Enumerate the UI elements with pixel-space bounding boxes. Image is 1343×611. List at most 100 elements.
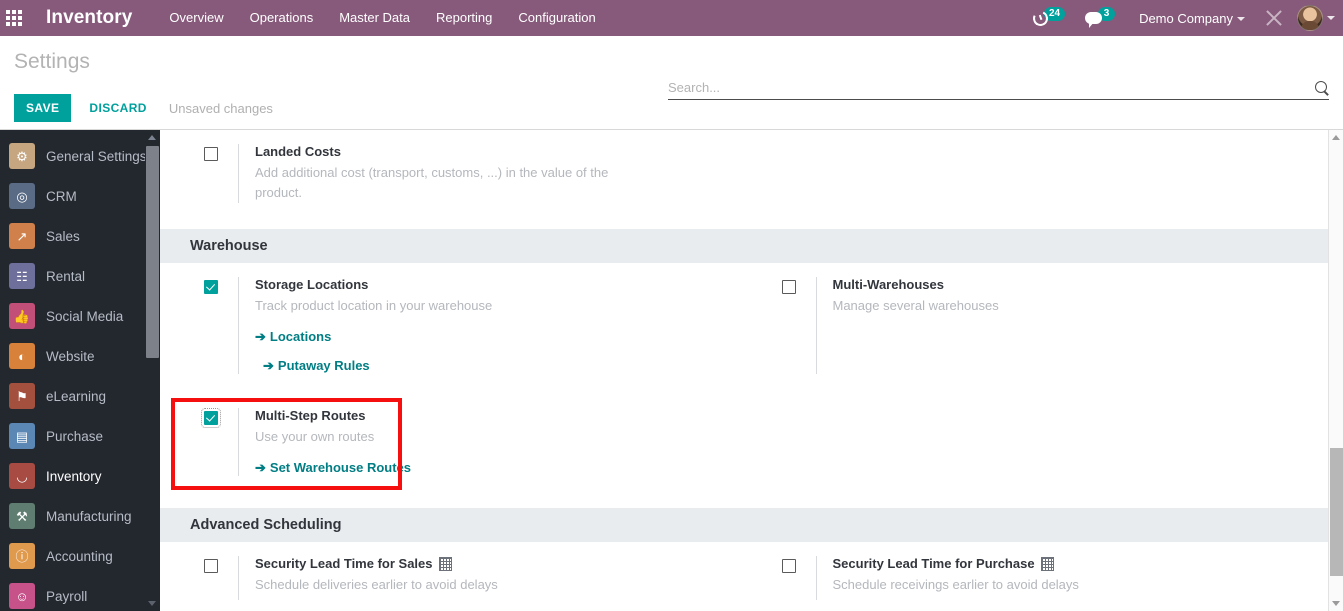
multi-warehouses-checkbox[interactable] [781, 280, 796, 294]
multi-step-routes-title: Multi-Step Routes [255, 408, 366, 423]
setting-multi-warehouses[interactable]: Multi-Warehouses Manage several warehous… [752, 263, 1330, 376]
avatar[interactable] [1297, 5, 1323, 31]
activity-menu[interactable]: 24 [1023, 6, 1075, 28]
app-brand-title[interactable]: Inventory [46, 7, 132, 29]
security-lead-time-purchase-label: Security Lead Time for Purchase [832, 556, 1035, 571]
security-lead-time-sales-title: Security Lead Time for Sales [255, 556, 498, 571]
sidebar-item-payroll[interactable]: ☺ Payroll [0, 576, 160, 611]
sidebar-item-sales[interactable]: ↗ Sales [0, 216, 160, 256]
breadcrumb: Settings [14, 50, 90, 73]
navbar-systray: 24 3 Demo Company [1023, 0, 1343, 36]
link-set-warehouse-routes[interactable]: ➔ Set Warehouse Routes [255, 460, 411, 476]
sidebar-item-label: Website [46, 348, 95, 364]
thumbs-up-icon: 👍 [9, 303, 35, 329]
company-switcher[interactable]: Demo Company [1125, 11, 1251, 26]
sidebar-scroll-thumb[interactable] [146, 146, 159, 358]
search-input[interactable] [668, 80, 1309, 95]
invoice-icon: ⓘ [9, 543, 35, 569]
sidebar-item-label: CRM [46, 188, 77, 204]
apps-grid-icon[interactable] [0, 0, 28, 36]
setting-landed-costs[interactable]: Landed Costs Add additional cost (transp… [174, 130, 752, 205]
sidebar-item-social-media[interactable]: 👍 Social Media [0, 296, 160, 336]
scroll-down-arrow-icon[interactable] [148, 601, 156, 606]
link-locations-label: Locations [269, 329, 332, 344]
chevron-down-icon [1237, 17, 1245, 22]
security-lead-time-sales-checkbox[interactable] [204, 559, 218, 573]
top-navbar: Inventory Overview Operations Master Dat… [0, 0, 1343, 36]
sidebar-item-label: Purchase [46, 428, 104, 444]
link-putaway-rules[interactable]: ➔ Putaway Rules [263, 358, 492, 374]
box-icon: ◡ [9, 463, 35, 489]
sidebar-item-label: Social Media [46, 308, 124, 324]
sidebar-item-label: Accounting [46, 548, 113, 564]
people-icon: ☺ [9, 583, 35, 609]
setting-multi-step-routes[interactable]: Multi-Step Routes Use your own routes ➔ S… [174, 392, 752, 478]
menu-item-master-data[interactable]: Master Data [326, 0, 423, 36]
content-scrollbar[interactable] [1328, 130, 1343, 611]
sidebar-scrollbar[interactable] [145, 130, 160, 611]
sidebar-item-label: Payroll [46, 588, 88, 604]
storage-locations-checkbox[interactable] [204, 280, 218, 294]
scroll-down-arrow-icon[interactable] [1332, 601, 1340, 606]
menu-item-reporting[interactable]: Reporting [423, 0, 505, 36]
discard-button[interactable]: DISCARD [89, 101, 146, 115]
arrow-right-icon: ➔ [263, 358, 274, 373]
setting-storage-locations[interactable]: Storage Locations Track product location… [174, 263, 752, 376]
sidebar-item-accounting[interactable]: ⓘ Accounting [0, 536, 160, 576]
landed-costs-description: Add additional cost (transport, customs,… [255, 165, 609, 200]
storage-locations-description: Track product location in your warehouse [255, 298, 493, 313]
multi-step-routes-description: Use your own routes [255, 429, 375, 444]
section-warehouse: Warehouse Storage Locations Track produc… [160, 229, 1343, 478]
scroll-up-arrow-icon[interactable] [1332, 135, 1340, 140]
sidebar-item-purchase[interactable]: ▤ Purchase [0, 416, 160, 456]
sidebar-item-label: Sales [46, 228, 80, 244]
settings-content: Landed Costs Add additional cost (transp… [160, 130, 1343, 611]
search-view[interactable] [668, 80, 1329, 100]
landed-costs-checkbox[interactable] [204, 147, 218, 161]
chat-icon [1085, 12, 1103, 28]
menu-item-operations[interactable]: Operations [237, 0, 327, 36]
control-panel: Settings SAVE DISCARD Unsaved changes [0, 36, 1343, 130]
landed-costs-title: Landed Costs [255, 144, 341, 159]
save-button[interactable]: SAVE [14, 94, 72, 122]
security-lead-time-sales-description: Schedule deliveries earlier to avoid del… [255, 577, 498, 592]
setting-security-lead-time-sales[interactable]: Security Lead Time for Sales Schedule de… [174, 542, 752, 602]
company-building-icon [1040, 556, 1054, 571]
security-lead-time-sales-label: Security Lead Time for Sales [255, 556, 433, 571]
content-scroll-thumb[interactable] [1330, 448, 1343, 576]
search-icon[interactable] [1315, 80, 1329, 95]
user-menu-chevron-down-icon[interactable] [1327, 16, 1335, 20]
wrench-icon[interactable] [1265, 9, 1283, 27]
settings-sidebar: ⚙ General Settings ◎ CRM ↗ Sales ☷ Renta… [0, 130, 160, 611]
calendar-icon: ☷ [9, 263, 35, 289]
scroll-up-arrow-icon[interactable] [148, 135, 156, 140]
security-lead-time-purchase-title: Security Lead Time for Purchase [833, 556, 1079, 571]
multi-warehouses-description: Manage several warehouses [832, 298, 999, 313]
sidebar-item-elearning[interactable]: ⚑ eLearning [0, 376, 160, 416]
security-lead-time-purchase-checkbox[interactable] [781, 559, 796, 573]
section-title-warehouse: Warehouse [160, 229, 1343, 263]
messaging-menu[interactable]: 3 [1075, 6, 1125, 28]
security-lead-time-purchase-description: Schedule receivings earlier to avoid del… [832, 577, 1079, 592]
sidebar-item-manufacturing[interactable]: ⚒ Manufacturing [0, 496, 160, 536]
setting-security-lead-time-purchase[interactable]: Security Lead Time for Purchase Schedule… [752, 542, 1330, 602]
sidebar-item-label: eLearning [46, 388, 107, 404]
menu-item-overview[interactable]: Overview [156, 0, 236, 36]
arrow-right-icon: ➔ [255, 460, 266, 475]
sidebar-item-rental[interactable]: ☷ Rental [0, 256, 160, 296]
sidebar-item-crm[interactable]: ◎ CRM [0, 176, 160, 216]
sidebar-item-label: General Settings [46, 148, 147, 164]
company-building-icon [438, 556, 452, 571]
graduation-icon: ⚑ [9, 383, 35, 409]
menu-item-configuration[interactable]: Configuration [505, 0, 608, 36]
multi-step-routes-checkbox[interactable] [201, 408, 221, 428]
chart-line-icon: ↗ [9, 223, 35, 249]
sidebar-item-inventory[interactable]: ◡ Inventory [0, 456, 160, 496]
page-body: ⚙ General Settings ◎ CRM ↗ Sales ☷ Renta… [0, 130, 1343, 611]
sidebar-item-label: Rental [46, 268, 86, 284]
sidebar-item-general-settings[interactable]: ⚙ General Settings [0, 136, 160, 176]
link-locations[interactable]: ➔ Locations [255, 329, 492, 345]
link-set-warehouse-routes-label: Set Warehouse Routes [269, 460, 412, 475]
sidebar-item-label: Manufacturing [46, 508, 132, 524]
sidebar-item-website[interactable]: ◐ Website [0, 336, 160, 376]
